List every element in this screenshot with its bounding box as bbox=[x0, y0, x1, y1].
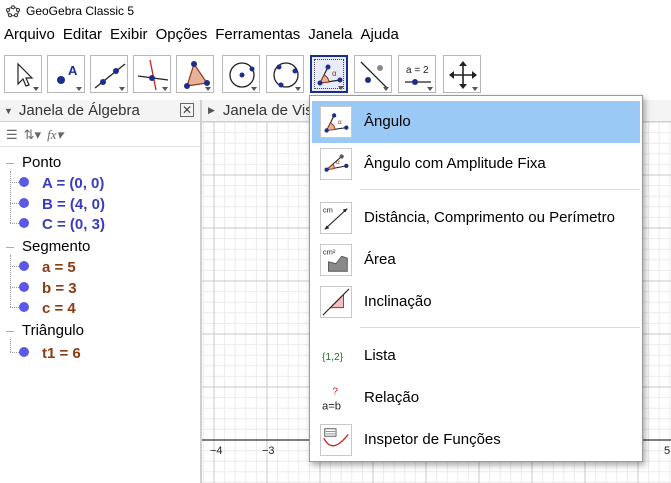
algebra-item[interactable]: A = (0, 0) bbox=[42, 175, 104, 192]
group-triangulo[interactable]: Triângulo bbox=[22, 322, 84, 339]
algebra-view-header: ▼ Janela de Álgebra ✕ bbox=[0, 100, 200, 122]
menu-separator bbox=[360, 327, 640, 328]
visibility-toggle-icon[interactable] bbox=[19, 302, 29, 312]
menu-item-label: Relação bbox=[364, 389, 420, 406]
menu-item-angulo-amplitude-fixa[interactable]: α Ângulo com Amplitude Fixa bbox=[312, 143, 640, 185]
menu-item-inspetor-funcoes[interactable]: Inspetor de Funções bbox=[312, 419, 640, 461]
svg-text:a = 2: a = 2 bbox=[406, 65, 429, 76]
menu-item-label: Distância, Comprimento ou Perímetro bbox=[364, 209, 615, 226]
relation-icon: ? a=b bbox=[320, 382, 352, 414]
menu-item-label: Lista bbox=[364, 347, 396, 364]
tool-polygon[interactable] bbox=[176, 55, 214, 93]
expand-arrow-icon[interactable]: ▶ bbox=[208, 105, 215, 116]
visibility-toggle-icon[interactable] bbox=[19, 261, 29, 271]
function-inspector-icon bbox=[320, 424, 352, 456]
geogebra-window: GeoGebra Classic 5 Arquivo Editar Exibir… bbox=[0, 0, 671, 483]
svg-text:α: α bbox=[338, 119, 342, 126]
x-axis-tick-label: 5 bbox=[664, 445, 671, 457]
tool-move-graphics[interactable] bbox=[443, 55, 481, 93]
list-icon: {1,2} bbox=[320, 340, 352, 372]
description-mode-icon[interactable]: ☰ bbox=[6, 127, 18, 143]
algebra-list: Ponto A = (0, 0) B = (4, 0) C = (0, 3) S… bbox=[0, 152, 200, 483]
menu-item-angulo[interactable]: α Ângulo bbox=[312, 101, 640, 143]
visibility-toggle-icon[interactable] bbox=[19, 218, 29, 228]
menu-item-label: Inspetor de Funções bbox=[364, 431, 501, 448]
group-segmento[interactable]: Segmento bbox=[22, 238, 90, 255]
window-title: GeoGebra Classic 5 bbox=[26, 4, 135, 18]
menu-opcoes[interactable]: Opções bbox=[152, 24, 212, 46]
visibility-toggle-icon[interactable] bbox=[19, 177, 29, 187]
x-axis-tick-label: −3 bbox=[262, 445, 275, 457]
tool-angle[interactable]: α bbox=[310, 55, 348, 93]
tool-move[interactable] bbox=[4, 55, 42, 93]
tool-circle-center[interactable] bbox=[222, 55, 260, 93]
svg-text:cm: cm bbox=[323, 205, 333, 214]
title-bar: GeoGebra Classic 5 bbox=[0, 0, 671, 22]
menu-separator bbox=[360, 189, 640, 190]
algebra-item[interactable]: t1 = 6 bbox=[42, 345, 81, 362]
menu-ferramentas[interactable]: Ferramentas bbox=[211, 24, 304, 46]
angle-tools-dropdown: α Ângulo α Ângulo com Amplitude Fixa cm … bbox=[309, 95, 643, 462]
area-icon: cm² bbox=[320, 244, 352, 276]
menu-janela[interactable]: Janela bbox=[304, 24, 356, 46]
menu-item-label: Área bbox=[364, 251, 396, 268]
menu-item-label: Inclinação bbox=[364, 293, 432, 310]
menu-bar: Arquivo Editar Exibir Opções Ferramentas… bbox=[0, 24, 671, 46]
menu-item-distancia[interactable]: cm Distância, Comprimento ou Perímetro bbox=[312, 197, 640, 239]
tool-circle-three[interactable] bbox=[266, 55, 304, 93]
x-axis-tick-label: −4 bbox=[210, 445, 223, 457]
algebra-view-title: Janela de Álgebra bbox=[18, 102, 140, 119]
menu-exibir[interactable]: Exibir bbox=[106, 24, 152, 46]
menu-item-label: Ângulo com Amplitude Fixa bbox=[364, 155, 546, 172]
distance-icon: cm bbox=[320, 202, 352, 234]
svg-text:{1,2}: {1,2} bbox=[322, 352, 344, 363]
tool-slider[interactable]: a = 2 bbox=[398, 55, 436, 93]
tool-point[interactable]: A bbox=[47, 55, 85, 93]
algebra-item[interactable]: c = 4 bbox=[42, 300, 76, 317]
visibility-toggle-icon[interactable] bbox=[19, 198, 29, 208]
menu-item-inclinacao[interactable]: Inclinação bbox=[312, 281, 640, 323]
algebra-item[interactable]: B = (4, 0) bbox=[42, 196, 105, 213]
svg-text:cm²: cm² bbox=[323, 247, 336, 256]
menu-item-relacao[interactable]: ? a=b Relação bbox=[312, 377, 640, 419]
svg-text:a=b: a=b bbox=[322, 400, 341, 412]
algebra-item[interactable]: b = 3 bbox=[42, 280, 77, 297]
input-help-icon[interactable]: fx▾ bbox=[47, 127, 63, 143]
algebra-view-toolbar: ☰ ⇅▾ fx▾ bbox=[0, 123, 200, 147]
toolbar: A α a = 2 bbox=[0, 52, 671, 96]
close-icon[interactable]: ✕ bbox=[180, 103, 194, 117]
svg-text:α: α bbox=[336, 159, 340, 166]
menu-item-label: Ângulo bbox=[364, 113, 411, 130]
geogebra-logo-icon bbox=[6, 5, 20, 18]
angle-icon: α bbox=[320, 106, 352, 138]
algebra-item[interactable]: a = 5 bbox=[42, 259, 76, 276]
group-ponto[interactable]: Ponto bbox=[22, 154, 61, 171]
collapse-arrow-icon[interactable]: ▼ bbox=[4, 106, 13, 116]
menu-item-area[interactable]: cm² Área bbox=[312, 239, 640, 281]
menu-editar[interactable]: Editar bbox=[59, 24, 106, 46]
tool-perpendicular[interactable] bbox=[133, 55, 171, 93]
svg-text:A: A bbox=[68, 63, 78, 78]
svg-text:?: ? bbox=[332, 386, 338, 397]
slope-icon bbox=[320, 286, 352, 318]
svg-text:α: α bbox=[332, 69, 337, 78]
menu-arquivo[interactable]: Arquivo bbox=[0, 24, 59, 46]
visibility-toggle-icon[interactable] bbox=[19, 282, 29, 292]
algebra-item[interactable]: C = (0, 3) bbox=[42, 216, 105, 233]
visibility-toggle-icon[interactable] bbox=[19, 347, 29, 357]
angle-fixed-icon: α bbox=[320, 148, 352, 180]
tool-reflect[interactable] bbox=[354, 55, 392, 93]
menu-ajuda[interactable]: Ajuda bbox=[357, 24, 403, 46]
menu-item-lista[interactable]: {1,2} Lista bbox=[312, 335, 640, 377]
tool-line[interactable] bbox=[90, 55, 128, 93]
sort-icon[interactable]: ⇅▾ bbox=[24, 127, 41, 143]
